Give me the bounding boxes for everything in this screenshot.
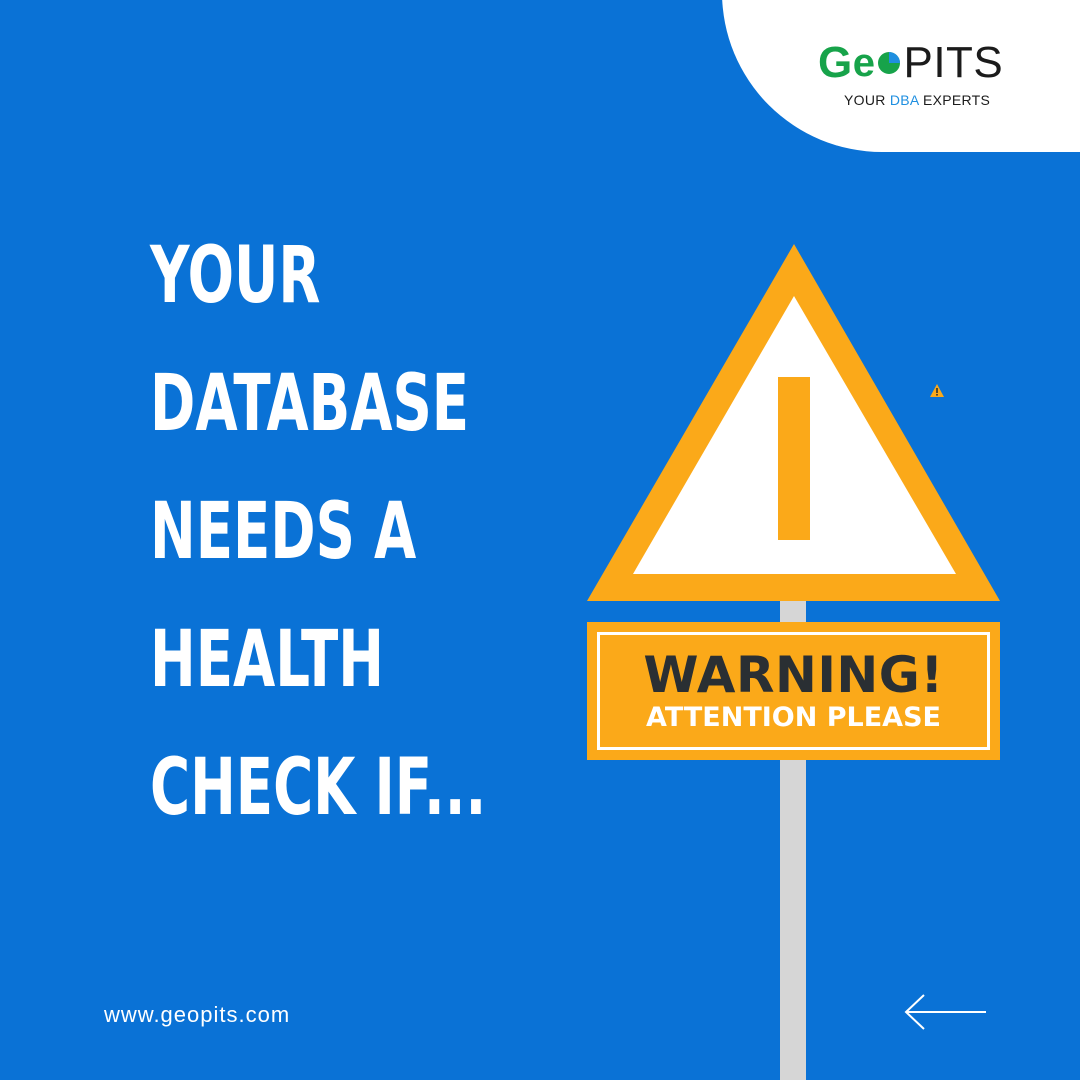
logo-letter-g: G — [818, 38, 853, 87]
tagline-prefix: YOUR — [844, 92, 890, 108]
headline-line: CHECK IF... — [150, 743, 487, 833]
website-link[interactable]: www.geopits.com — [104, 1002, 290, 1028]
small-warning-icon — [930, 384, 944, 397]
exclamation-dot — [778, 509, 810, 540]
headline-line: HEALTH — [150, 615, 384, 705]
warning-subtitle: ATTENTION PLEASE — [646, 702, 941, 733]
headline-line: NEEDS A — [150, 487, 417, 577]
tagline-suffix: EXPERTS — [918, 92, 991, 108]
warning-board-frame: WARNING! ATTENTION PLEASE — [597, 632, 990, 750]
headline-line: DATABASE — [150, 359, 470, 449]
warning-sign: WARNING! ATTENTION PLEASE — [580, 240, 1010, 1080]
logo-globe-icon — [878, 52, 901, 74]
post-canvas: Ge PITS YOUR DBA EXPERTS YOUR DATABASE N… — [0, 0, 1080, 1080]
logo-letter-e: e — [852, 41, 876, 85]
logo-pits-text: PITS — [903, 38, 1004, 87]
logo-tagline: YOUR DBA EXPERTS — [844, 92, 990, 108]
arrow-left-icon[interactable] — [902, 992, 988, 1032]
logo-wordmark: Ge PITS — [818, 36, 1003, 90]
headline-line: YOUR — [150, 231, 321, 321]
warning-board: WARNING! ATTENTION PLEASE — [587, 622, 1000, 760]
headline: YOUR DATABASE NEEDS A HEALTH CHECK IF... — [150, 212, 487, 852]
warning-title: WARNING! — [643, 646, 944, 704]
tagline-accent: DBA — [889, 92, 919, 108]
brand-logo: Ge PITS YOUR DBA EXPERTS — [818, 36, 1018, 116]
